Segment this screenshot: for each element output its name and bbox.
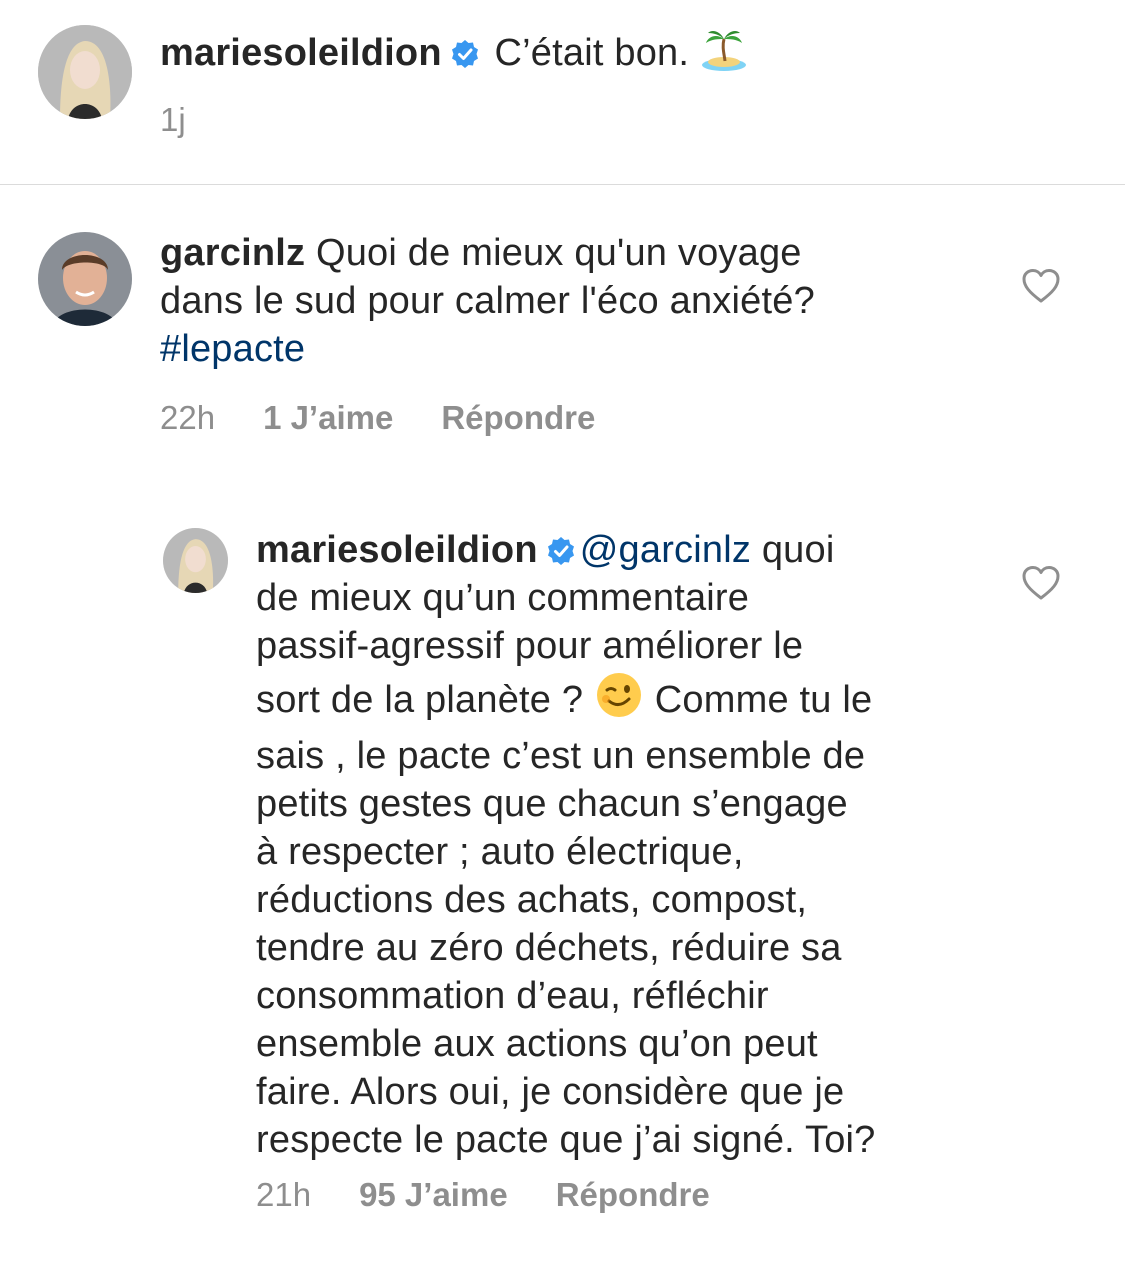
like-heart-icon[interactable] <box>1021 565 1061 601</box>
reply-line: sais , le pacte c’est un ensemble de <box>256 735 866 777</box>
avatar-garcinlz[interactable] <box>38 232 132 326</box>
reply-line: tendre au zéro déchets, réduire sa <box>256 927 842 969</box>
reply-meta: 21h 95 J’aime Répondre <box>256 1175 710 1215</box>
winking-face-icon <box>594 670 644 732</box>
reply-line: petits gestes que chacun s’engage <box>256 783 848 825</box>
comment-garcinlz-text: garcinlz Quoi de mieux qu'un voyage dans… <box>160 229 1000 373</box>
reply-line: à respecter ; auto électrique, <box>256 831 744 873</box>
comment-time: 22h <box>160 399 216 436</box>
comment-meta: 22h 1 J’aime Répondre <box>160 398 595 438</box>
reply-line: Comme tu le <box>654 679 873 721</box>
reply-time: 21h <box>256 1176 312 1213</box>
reply-line: sort de la planète ? <box>256 679 584 721</box>
reply-line: ensemble aux actions qu’on peut <box>256 1023 818 1065</box>
divider <box>0 184 1125 185</box>
verified-badge-icon <box>451 40 478 68</box>
like-heart-icon[interactable] <box>1021 268 1061 304</box>
reply-line: passif-agressif pour améliorer le <box>256 625 804 667</box>
comment-line1: Quoi de mieux qu'un voyage <box>315 232 802 274</box>
reply-button[interactable]: Répondre <box>556 1176 710 1213</box>
comment-line2: dans le sud pour calmer l'éco anxiété? <box>160 280 815 322</box>
reply-line: faire. Alors oui, je considère que je <box>256 1071 845 1113</box>
reply-likes-link[interactable]: 95 J’aime <box>359 1176 508 1213</box>
reply-line1-tail: quoi <box>761 529 835 571</box>
caption-text: mariesoleildion C’était bon. <box>160 25 1060 85</box>
reply-line: réductions des achats, compost, <box>256 879 808 921</box>
hashtag-link[interactable]: #lepacte <box>160 328 305 370</box>
caption-time: 1j <box>160 101 186 138</box>
comment-username[interactable]: garcinlz <box>160 232 305 274</box>
verified-badge-icon <box>547 537 574 565</box>
desert-island-icon <box>700 25 748 85</box>
comment-likes-link[interactable]: 1 J’aime <box>263 399 393 436</box>
caption-body: C’était bon. <box>494 32 690 74</box>
avatar-mariesoleildion[interactable] <box>38 25 132 119</box>
avatar-mariesoleildion-reply[interactable] <box>163 528 228 593</box>
reply-text: mariesoleildion @garcinlz quoi de mieux q… <box>256 526 1016 1164</box>
mention-link[interactable]: @garcinlz <box>580 529 751 571</box>
reply-button[interactable]: Répondre <box>441 399 595 436</box>
caption-username[interactable]: mariesoleildion <box>160 32 442 74</box>
reply-username[interactable]: mariesoleildion <box>256 529 538 571</box>
reply-line: de mieux qu’un commentaire <box>256 577 750 619</box>
reply-line: respecte le pacte que j’ai signé. Toi? <box>256 1119 876 1161</box>
reply-line: consommation d’eau, réfléchir <box>256 975 769 1017</box>
